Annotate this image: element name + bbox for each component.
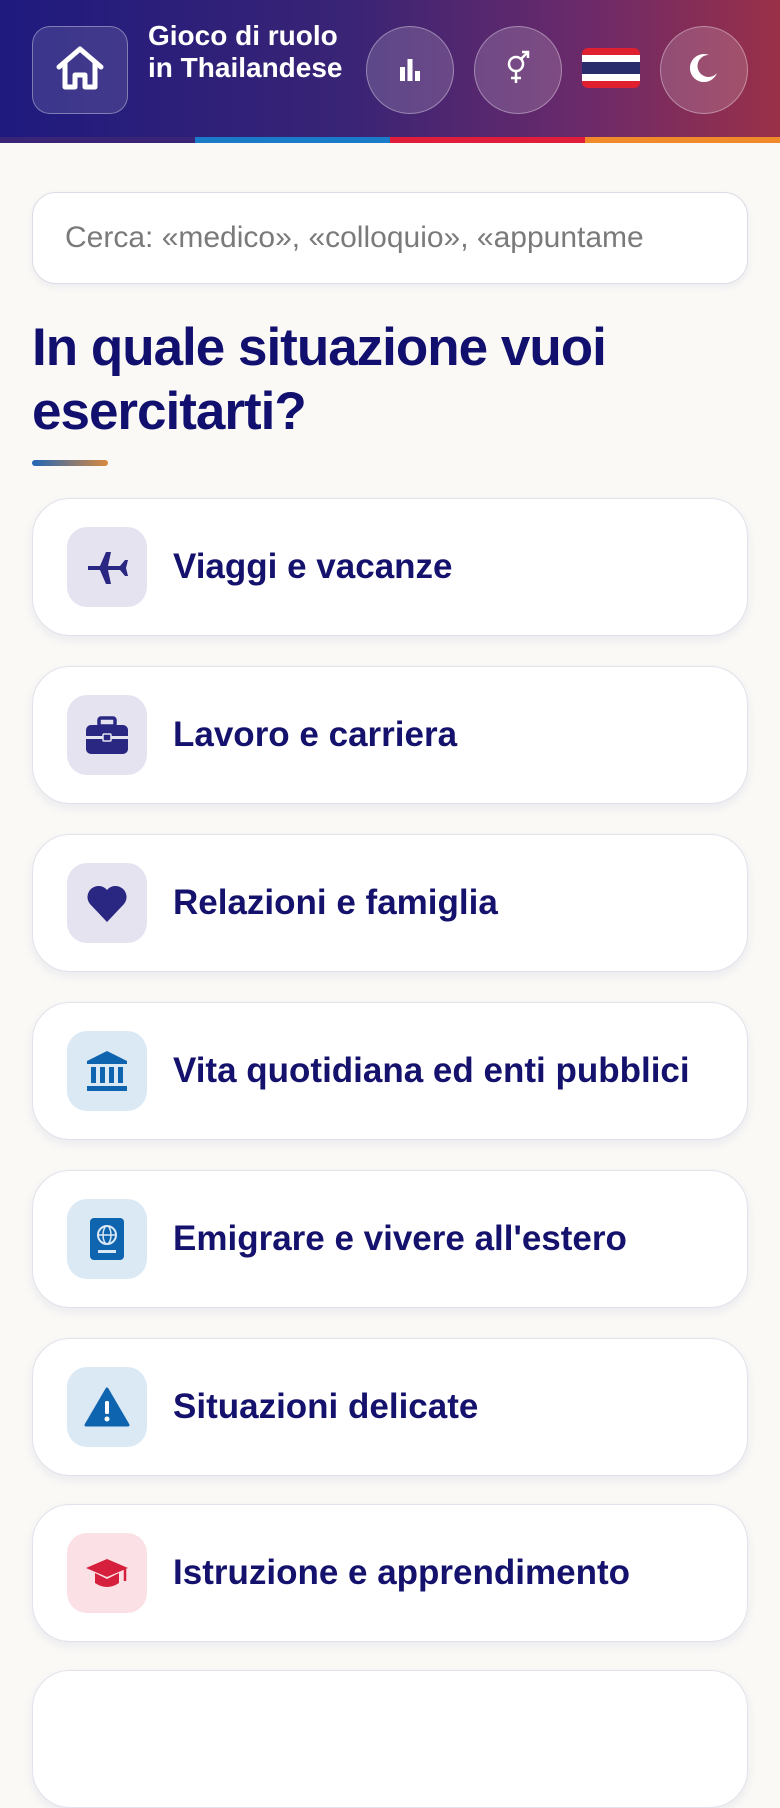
stats-button[interactable] [366, 26, 454, 114]
category-label: Viaggi e vacanze [173, 547, 453, 586]
search-input[interactable] [32, 192, 748, 284]
category-label: Relazioni e famiglia [173, 883, 498, 922]
category-label: Lavoro e carriera [173, 715, 458, 754]
heart-icon [67, 863, 147, 943]
briefcase-icon [67, 695, 147, 775]
gender-button[interactable] [474, 26, 562, 114]
title-underline [32, 460, 108, 466]
page-title: In quale situazione vuoi esercitarti? [32, 318, 607, 441]
app-title: Gioco di ruolo in Thailandese [148, 20, 343, 83]
category-label: Situazioni delicate [173, 1387, 479, 1426]
bar-chart-icon [396, 55, 424, 86]
category-label: Vita quotidiana ed enti pubblici [173, 1051, 690, 1090]
gender-icon [503, 50, 533, 91]
category-card-work[interactable]: Lavoro e carriera [32, 666, 748, 804]
theme-toggle-button[interactable] [660, 26, 748, 114]
thailand-flag[interactable] [582, 48, 640, 88]
bank-icon [67, 1031, 147, 1111]
moon-icon [687, 51, 721, 90]
category-card-daily-life[interactable]: Vita quotidiana ed enti pubblici [32, 1002, 748, 1140]
category-card-travel[interactable]: Viaggi e vacanze [32, 498, 748, 636]
passport-icon [67, 1199, 147, 1279]
category-label: Emigrare e vivere all'estero [173, 1219, 627, 1258]
home-icon [53, 43, 107, 98]
category-card-relationships[interactable]: Relazioni e famiglia [32, 834, 748, 972]
warning-icon [67, 1367, 147, 1447]
home-button[interactable] [32, 26, 128, 114]
airplane-icon [67, 527, 147, 607]
app-header: Gioco di ruolo in Thailandese [0, 0, 780, 142]
category-label: Istruzione e apprendimento [173, 1553, 630, 1592]
category-card-education[interactable]: Istruzione e apprendimento [32, 1504, 748, 1642]
category-card-partial[interactable] [32, 1670, 748, 1808]
header-stripe [0, 137, 780, 143]
category-card-delicate[interactable]: Situazioni delicate [32, 1338, 748, 1476]
graduation-cap-icon [67, 1533, 147, 1613]
category-card-emigrate[interactable]: Emigrare e vivere all'estero [32, 1170, 748, 1308]
